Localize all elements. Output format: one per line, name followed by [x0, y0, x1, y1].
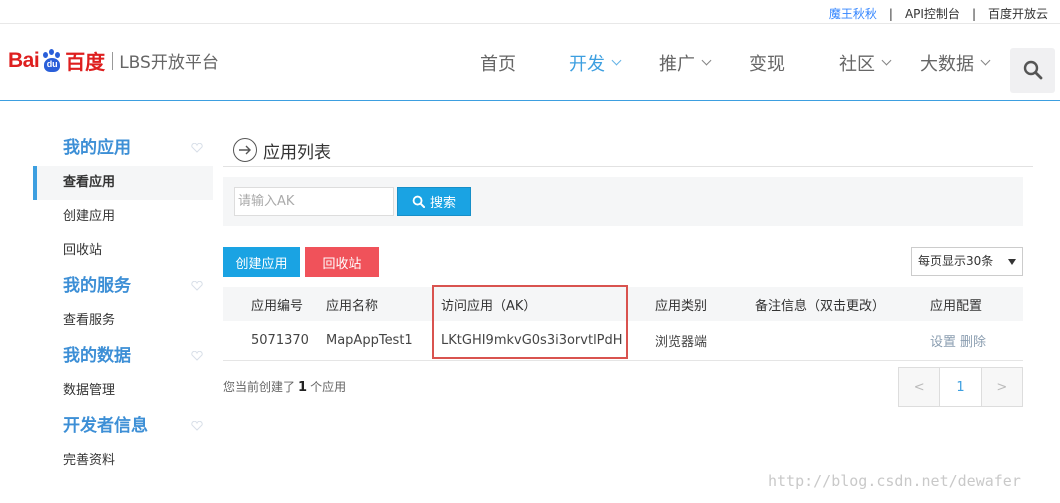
collapse-heart-icon	[191, 351, 203, 361]
open-cloud-link[interactable]: 百度开放云	[988, 5, 1048, 22]
nav-develop-label: 开发	[569, 53, 605, 75]
create-app-button[interactable]: 创建应用	[223, 247, 300, 277]
sidebar-item-view-apps[interactable]: 查看应用	[33, 166, 213, 200]
summary-suffix: 个应用	[310, 380, 347, 394]
user-link[interactable]: 魔王秋秋	[829, 5, 877, 22]
nav-bigdata[interactable]: 大数据	[920, 50, 991, 76]
sidebar-group-title: 我的应用	[63, 138, 131, 158]
sidebar-group-title: 我的数据	[63, 346, 131, 366]
api-console-link[interactable]: API控制台	[905, 5, 960, 22]
logo-product-name: LBS开放平台	[119, 53, 219, 73]
paw-icon: du	[40, 48, 64, 73]
summary-prefix: 您当前创建了	[223, 380, 296, 394]
ak-search-input[interactable]	[234, 187, 394, 216]
nav-promote-label: 推广	[659, 53, 695, 75]
summary-count: 1	[298, 380, 308, 395]
collapse-heart-icon	[191, 143, 203, 153]
col-header-type: 应用类别	[655, 298, 708, 314]
col-header-id: 应用编号	[251, 298, 304, 314]
sidebar-group-my-apps[interactable]: 我的应用	[33, 130, 213, 166]
header: Bai du 百度 LBS开放平台 首页 开发 推广 变现 社区 大数据	[0, 24, 1060, 101]
page-header: 应用列表	[233, 135, 331, 165]
chevron-down-icon	[980, 55, 991, 65]
cell-app-name: MapAppTest1	[326, 333, 413, 348]
chevron-down-icon	[701, 55, 712, 65]
settings-link[interactable]: 设置	[930, 331, 956, 350]
sidebar-item-complete-profile[interactable]: 完善资料	[33, 444, 213, 478]
search-button-label: 搜索	[429, 196, 456, 211]
cell-app-ops: 设置 删除	[930, 321, 990, 360]
nav-home[interactable]: 首页	[480, 50, 516, 76]
sidebar-item-create-app[interactable]: 创建应用	[33, 200, 213, 234]
per-page-value: 每页显示30条	[918, 254, 994, 268]
title-divider	[223, 166, 1033, 167]
arrow-right-circle-icon	[233, 138, 257, 162]
logo-du: du	[46, 58, 58, 69]
delete-link[interactable]: 删除	[960, 331, 986, 350]
page-title: 应用列表	[263, 142, 331, 163]
nav-develop[interactable]: 开发	[569, 50, 622, 76]
nav-community-label: 社区	[839, 53, 875, 75]
nav-monetize[interactable]: 变现	[749, 50, 785, 76]
logo-baidu-cn: 百度	[65, 50, 106, 74]
sidebar-item-view-services[interactable]: 查看服务	[33, 304, 213, 338]
logo-divider	[112, 51, 114, 70]
pagination: < 1 >	[898, 367, 1023, 407]
col-header-name: 应用名称	[326, 298, 379, 314]
page-1-button[interactable]: 1	[940, 368, 982, 406]
sidebar-group-developer-info[interactable]: 开发者信息	[33, 408, 213, 444]
cell-app-note[interactable]	[755, 321, 915, 360]
recycle-bin-button[interactable]: 回收站	[305, 247, 379, 277]
per-page-select[interactable]: 每页显示30条	[911, 247, 1023, 276]
watermark: http://blog.csdn.net/dewafer	[768, 472, 1021, 490]
cell-app-id: 5071370	[251, 333, 309, 348]
sidebar-item-recycle-bin[interactable]: 回收站	[33, 234, 213, 268]
logo-bai: Bai	[8, 48, 40, 72]
nav-community[interactable]: 社区	[839, 50, 892, 76]
sidebar-item-data-management[interactable]: 数据管理	[33, 374, 213, 408]
collapse-heart-icon	[191, 421, 203, 431]
cell-app-type: 浏览器端	[655, 335, 708, 350]
nav-promote[interactable]: 推广	[659, 50, 712, 76]
search-icon	[1023, 60, 1043, 80]
header-search-button[interactable]	[1010, 48, 1055, 93]
separator: |	[888, 6, 893, 21]
col-header-note: 备注信息（双击更改）	[755, 298, 886, 314]
next-page-button[interactable]: >	[981, 368, 1022, 406]
nav-home-label: 首页	[480, 53, 516, 75]
nav-bigdata-label: 大数据	[920, 53, 974, 75]
search-button[interactable]: 搜索	[397, 187, 471, 216]
filter-bar: 搜索	[223, 177, 1023, 226]
top-links: 魔王秋秋 | API控制台 | 百度开放云	[829, 5, 1048, 22]
app-count-summary: 您当前创建了 1 个应用	[223, 378, 346, 395]
sidebar-group-title: 开发者信息	[63, 416, 148, 436]
ak-highlight-box	[432, 285, 628, 359]
caret-down-icon	[1008, 259, 1016, 265]
baidu-lbs-logo[interactable]: Bai du 百度 LBS开放平台	[8, 46, 219, 75]
col-header-config: 应用配置	[930, 298, 983, 314]
chevron-down-icon	[611, 55, 622, 65]
sidebar-group-my-data[interactable]: 我的数据	[33, 338, 213, 374]
separator: |	[971, 6, 976, 21]
prev-page-button[interactable]: <	[899, 368, 941, 406]
chevron-down-icon	[881, 55, 892, 65]
search-icon	[412, 195, 425, 208]
sidebar-group-my-services[interactable]: 我的服务	[33, 268, 213, 304]
sidebar-group-title: 我的服务	[63, 276, 131, 296]
nav-monetize-label: 变现	[749, 53, 785, 75]
top-utility-bar: 魔王秋秋 | API控制台 | 百度开放云	[0, 0, 1060, 24]
sidebar: 我的应用 查看应用 创建应用 回收站 我的服务 查看服务 我的数据 数据管理 开…	[33, 130, 213, 478]
collapse-heart-icon	[191, 281, 203, 291]
